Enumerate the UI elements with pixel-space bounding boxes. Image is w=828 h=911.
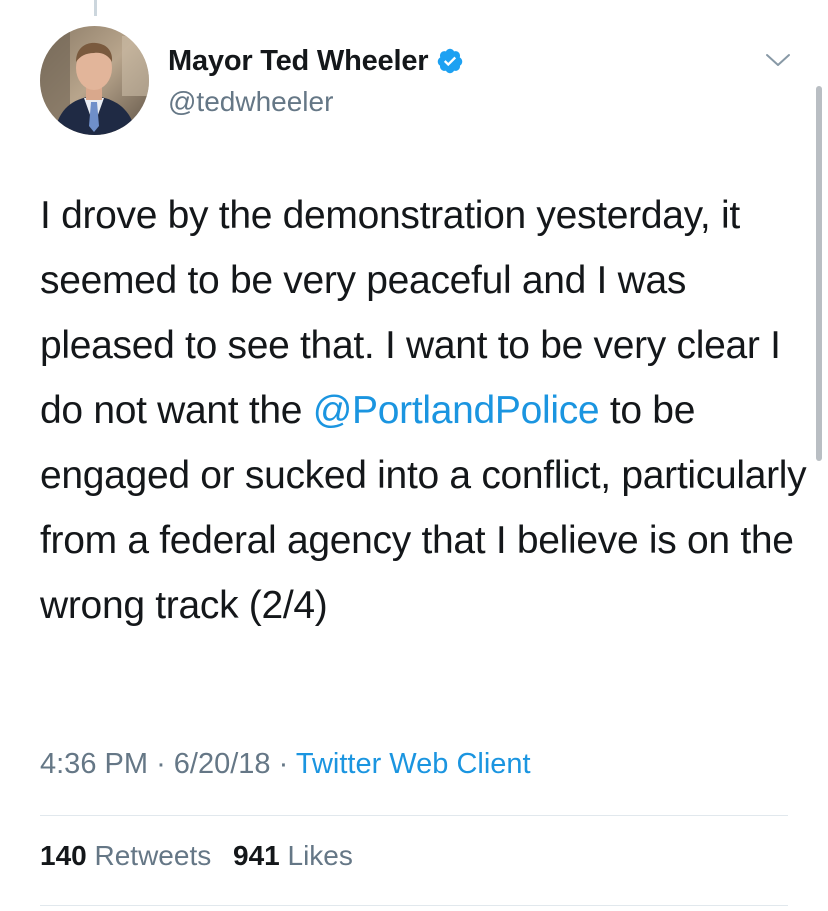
tweet-body: I drove by the demonstration yesterday, … — [40, 183, 810, 638]
tweet-date[interactable]: 6/20/18 — [174, 748, 271, 780]
meta-separator: · — [278, 748, 289, 780]
mention-link[interactable]: @PortlandPolice — [313, 389, 600, 432]
tweet-source-link[interactable]: Twitter Web Client — [296, 748, 531, 780]
chevron-down-icon[interactable] — [765, 52, 791, 68]
avatar[interactable] — [40, 26, 149, 135]
likes-label: Likes — [287, 840, 353, 871]
divider — [40, 815, 788, 816]
retweets-stat[interactable]: 140 Retweets — [40, 840, 219, 871]
tweet-meta: 4:36 PM · 6/20/18 · Twitter Web Client — [40, 748, 531, 781]
retweets-label: Retweets — [94, 840, 212, 871]
likes-stat[interactable]: 941 Likes — [233, 840, 353, 871]
verified-badge-icon — [438, 48, 463, 74]
avatar-photo — [40, 26, 149, 135]
retweets-count: 140 — [40, 840, 87, 871]
likes-count: 941 — [233, 840, 280, 871]
tweet-stats: 140 Retweets 941 Likes — [40, 840, 353, 872]
scrollbar[interactable] — [816, 86, 822, 461]
author-handle[interactable]: @tedwheeler — [168, 86, 333, 118]
thread-connector-line — [94, 0, 97, 16]
author-display-name[interactable]: Mayor Ted Wheeler — [168, 45, 429, 78]
divider — [40, 905, 788, 906]
meta-separator: · — [156, 748, 166, 780]
author-name-row[interactable]: Mayor Ted Wheeler — [168, 43, 464, 79]
tweet-time[interactable]: 4:36 PM — [40, 748, 148, 780]
